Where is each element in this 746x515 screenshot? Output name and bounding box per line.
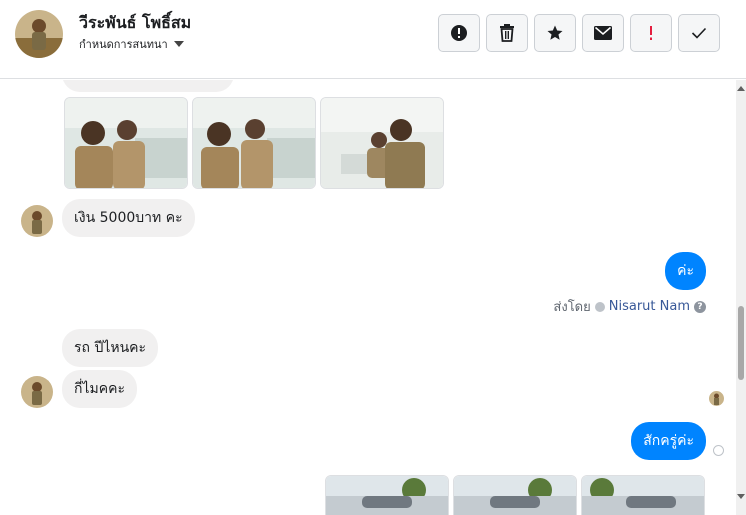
envelope-icon xyxy=(594,26,612,40)
shared-photo-6[interactable] xyxy=(581,475,705,515)
conversation-header: วีระพันธ์ โพธิ์สม กำหนดการสนทนา xyxy=(0,0,746,79)
sent-by-info: ส่งโดย Nisarut Nam ? xyxy=(553,296,706,317)
delete-button[interactable] xyxy=(486,14,528,52)
read-receipt-avatar xyxy=(709,391,724,406)
mark-important-button[interactable] xyxy=(630,14,672,52)
message-thread[interactable]: เงิน 5000บาท คะ ค่ะ ส่งโดย Nisarut Nam ?… xyxy=(0,80,736,515)
contact-name[interactable]: วีระพันธ์ โพธิ์สม xyxy=(79,11,191,36)
shared-photo-4[interactable] xyxy=(325,475,449,515)
report-button[interactable] xyxy=(438,14,480,52)
sent-status-icon xyxy=(713,445,724,456)
sender-name-link[interactable]: Nisarut Nam xyxy=(609,299,690,314)
message-bubble-cut-off[interactable] xyxy=(62,80,234,92)
sender-avatar[interactable] xyxy=(21,205,53,237)
message-bubble-incoming[interactable]: รถ ปีไหนคะ xyxy=(62,329,159,367)
shared-photo-3[interactable] xyxy=(320,97,444,189)
message-bubble-outgoing[interactable]: สักครู่ค่ะ xyxy=(631,422,706,460)
shared-photo-5[interactable] xyxy=(453,475,577,515)
contact-avatar[interactable] xyxy=(15,10,63,58)
star-button[interactable] xyxy=(534,14,576,52)
shared-photo-1[interactable] xyxy=(64,97,188,189)
help-icon[interactable]: ? xyxy=(694,300,706,313)
conversation-toolbar xyxy=(438,14,720,52)
shared-photo-2[interactable] xyxy=(192,97,316,189)
message-bubble-incoming[interactable]: กี่ไมคคะ xyxy=(62,370,137,408)
caret-down-icon xyxy=(173,41,184,47)
verified-dot-icon xyxy=(594,301,605,312)
scrollbar-thumb[interactable] xyxy=(738,306,744,380)
thread-scrollbar[interactable] xyxy=(736,80,746,515)
message-bubble-incoming[interactable]: เงิน 5000บาท คะ xyxy=(62,199,195,237)
scroll-up-arrow-icon[interactable] xyxy=(737,86,745,91)
sender-avatar[interactable] xyxy=(21,376,53,408)
conversation-settings-label: กำหนดการสนทนา xyxy=(79,38,168,51)
star-icon xyxy=(547,25,563,40)
exclamation-icon xyxy=(650,26,652,40)
message-bubble-outgoing[interactable]: ค่ะ xyxy=(665,252,706,290)
mark-done-button[interactable] xyxy=(678,14,720,52)
check-icon xyxy=(691,27,707,39)
sent-by-label: ส่งโดย xyxy=(553,300,591,315)
alert-circle-icon xyxy=(451,25,467,41)
conversation-settings-dropdown[interactable]: กำหนดการสนทนา xyxy=(79,35,184,53)
trash-icon xyxy=(500,24,514,42)
scroll-down-arrow-icon[interactable] xyxy=(737,494,745,499)
mark-unread-button[interactable] xyxy=(582,14,624,52)
